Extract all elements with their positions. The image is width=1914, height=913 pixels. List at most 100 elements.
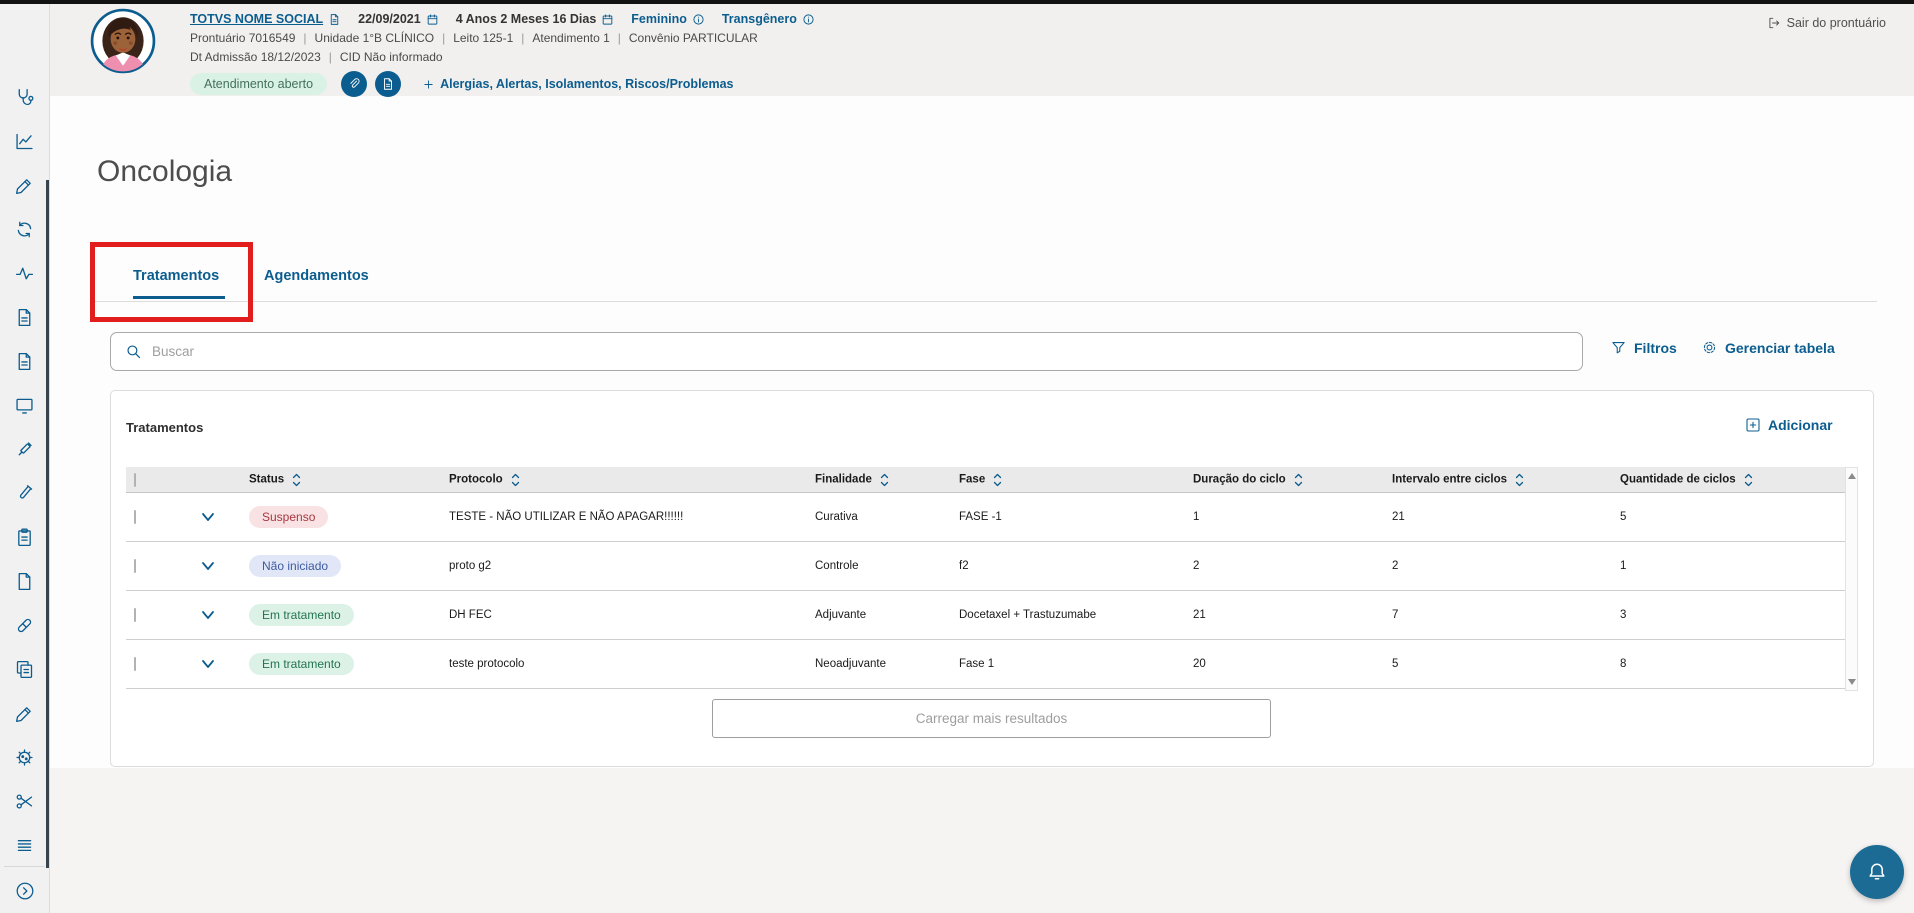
sidebar-scrollbar[interactable] (46, 180, 49, 868)
expand-row-chevron-icon[interactable] (200, 509, 216, 525)
table-row[interactable]: Suspenso TESTE - NÃO UTILIZAR E NÃO APAG… (126, 493, 1858, 542)
column-quantidade-ciclos[interactable]: Quantidade de ciclos (1620, 474, 1736, 486)
exit-record-link[interactable]: Sair do prontuário (1767, 16, 1886, 30)
filters-button[interactable]: Filtros (1610, 339, 1677, 356)
stethoscope-icon[interactable] (14, 87, 35, 108)
test-tube-icon[interactable] (14, 483, 35, 504)
file-icon[interactable] (14, 571, 35, 592)
notifications-fab[interactable] (1850, 845, 1904, 899)
document-text-icon[interactable] (14, 307, 35, 328)
pencil-edit-icon[interactable] (14, 703, 35, 724)
monitor-icon[interactable] (14, 395, 35, 416)
sort-icon[interactable] (1744, 472, 1753, 487)
sort-icon[interactable] (993, 472, 1002, 487)
exit-icon (1767, 16, 1781, 30)
patient-record: Prontuário 7016549 (190, 31, 295, 45)
patient-admission: Dt Admissão 18/12/2023 (190, 50, 321, 64)
paperclip-icon (347, 77, 361, 91)
table-row[interactable]: Em tratamento DH FEC Adjuvante Docetaxel… (126, 591, 1858, 640)
table-header-row: Status Protocolo Finalidade Fase Duração… (126, 467, 1858, 493)
phase-cell: Fase 1 (959, 658, 994, 670)
patient-name-link[interactable]: TOTVS NOME SOCIAL (190, 12, 323, 26)
patient-unit: Unidade 1°B CLÍNICO (295, 31, 434, 45)
active-tab-underline (133, 296, 225, 299)
record-document-icon[interactable] (328, 13, 341, 26)
bell-icon (1865, 860, 1889, 884)
patient-bed: Leito 125-1 (434, 31, 513, 45)
purpose-cell: Controle (815, 560, 858, 572)
cycle-count-cell: 8 (1620, 658, 1626, 670)
scroll-down-arrow[interactable] (1848, 679, 1856, 685)
add-treatment-button[interactable]: Adicionar (1745, 417, 1833, 433)
patient-age: 4 Anos 2 Meses 16 Dias (456, 12, 597, 26)
patient-info: TOTVS NOME SOCIAL 22/09/2021 4 Anos 2 Me… (190, 12, 815, 97)
patient-avatar[interactable] (90, 8, 156, 74)
purpose-cell: Adjuvante (815, 609, 866, 621)
page-title: Oncologia (97, 155, 232, 189)
table-row[interactable]: Não iniciado proto g2 Controle f2 2 2 1 (126, 542, 1858, 591)
expand-row-chevron-icon[interactable] (200, 656, 216, 672)
cycle-count-cell: 5 (1620, 511, 1626, 523)
calendar-icon[interactable] (601, 13, 614, 26)
sync-icon[interactable] (14, 219, 35, 240)
clipboard-icon[interactable] (14, 527, 35, 548)
table-scrollbar[interactable] (1845, 467, 1858, 691)
attachments-button[interactable] (341, 71, 367, 97)
expand-row-chevron-icon[interactable] (200, 607, 216, 623)
capsule-icon[interactable] (14, 615, 35, 636)
column-status[interactable]: Status (249, 474, 284, 486)
column-finalidade[interactable]: Finalidade (815, 474, 872, 486)
search-bar[interactable] (110, 332, 1583, 371)
row-checkbox[interactable] (134, 657, 136, 671)
load-more-button[interactable]: Carregar mais resultados (712, 699, 1271, 738)
scissors-icon[interactable] (14, 791, 35, 812)
scroll-up-arrow[interactable] (1848, 473, 1856, 479)
phase-cell: FASE -1 (959, 511, 1002, 523)
sort-icon[interactable] (1294, 472, 1303, 487)
alerts-link[interactable]: Alergias, Alertas, Isolamentos, Riscos/P… (423, 77, 733, 91)
cycle-duration-cell: 1 (1193, 511, 1199, 523)
column-protocolo[interactable]: Protocolo (449, 474, 503, 486)
copy-documents-icon[interactable] (14, 659, 35, 680)
gear-cell-icon[interactable] (14, 747, 35, 768)
table-row[interactable]: Em tratamento teste protocolo Neoadjuvan… (126, 640, 1858, 689)
row-checkbox[interactable] (134, 559, 136, 573)
cycle-interval-cell: 2 (1392, 560, 1398, 572)
column-duracao-ciclo[interactable]: Duração do ciclo (1193, 474, 1286, 486)
info-icon[interactable] (692, 13, 705, 26)
sort-icon[interactable] (1515, 472, 1524, 487)
status-badge: Suspenso (249, 506, 328, 528)
cycle-duration-cell: 21 (1193, 609, 1206, 621)
sort-icon[interactable] (511, 472, 520, 487)
manage-table-button[interactable]: Gerenciar tabela (1701, 339, 1835, 356)
expand-chevron-circle-icon[interactable] (14, 880, 36, 902)
gear-icon (1701, 339, 1718, 356)
column-intervalo-ciclos[interactable]: Intervalo entre ciclos (1392, 474, 1507, 486)
chart-line-icon[interactable] (14, 131, 35, 152)
menu-lines-icon[interactable] (14, 835, 35, 856)
search-input[interactable] (152, 344, 1568, 359)
sort-icon[interactable] (880, 472, 889, 487)
patient-header: TOTVS NOME SOCIAL 22/09/2021 4 Anos 2 Me… (50, 4, 1914, 96)
pencil-icon[interactable] (14, 175, 35, 196)
info-icon[interactable] (802, 13, 815, 26)
documents-button[interactable] (375, 71, 401, 97)
document-text-2-icon[interactable] (14, 351, 35, 372)
expand-row-chevron-icon[interactable] (200, 558, 216, 574)
patient-cid: CID Não informado (321, 50, 443, 64)
row-checkbox[interactable] (134, 510, 136, 524)
tab-tratamentos[interactable]: Tratamentos (133, 268, 219, 284)
select-all-checkbox[interactable] (134, 473, 136, 487)
syringe-icon[interactable] (14, 439, 35, 460)
column-fase[interactable]: Fase (959, 474, 985, 486)
cycle-interval-cell: 21 (1392, 511, 1405, 523)
tab-agendamentos[interactable]: Agendamentos (264, 268, 369, 284)
row-checkbox[interactable] (134, 608, 136, 622)
phase-cell: Docetaxel + Trastuzumabe (959, 609, 1096, 621)
purpose-cell: Neoadjuvante (815, 658, 886, 670)
activity-icon[interactable] (14, 263, 35, 284)
sort-icon[interactable] (292, 472, 301, 487)
status-badge: Não iniciado (249, 555, 341, 577)
calendar-icon[interactable] (426, 13, 439, 26)
cycle-count-cell: 1 (1620, 560, 1626, 572)
